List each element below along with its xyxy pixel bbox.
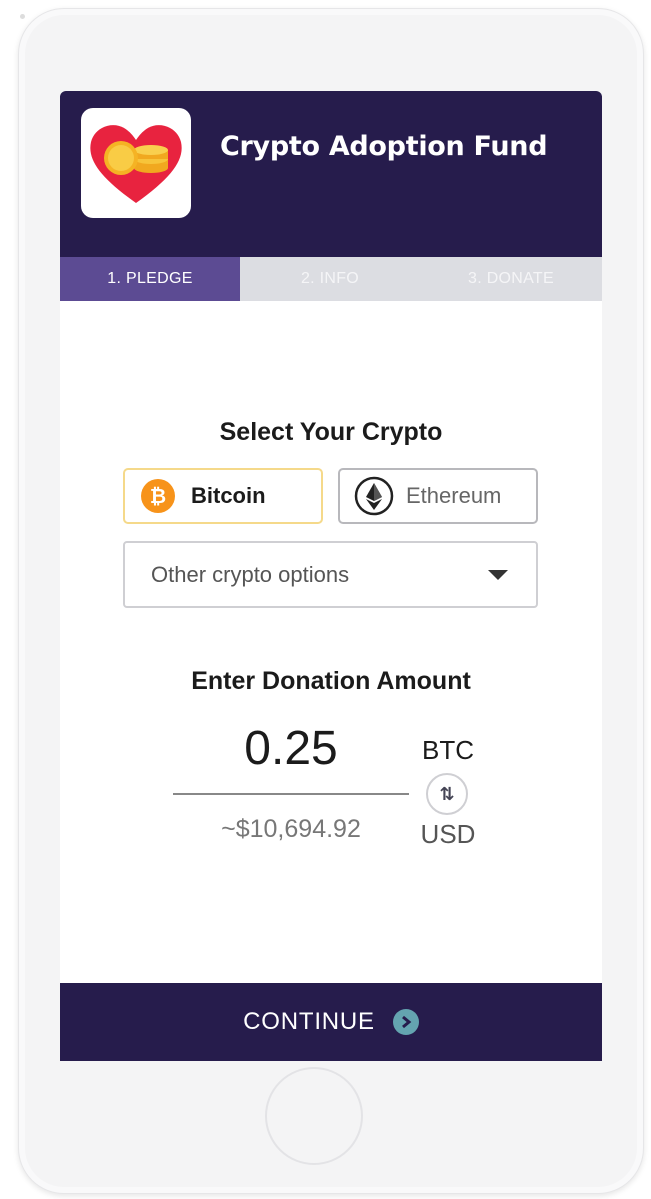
amount-underline: [173, 793, 409, 795]
step-tabs: 1. PLEDGE 2. INFO 3. DONATE: [60, 257, 602, 301]
svg-text:₿: ₿: [150, 484, 166, 508]
bitcoin-button[interactable]: ₿ Bitcoin: [123, 468, 323, 524]
ethereum-label: Ethereum: [406, 483, 502, 508]
secondary-unit-label[interactable]: USD: [418, 819, 478, 850]
chevron-right-circle-icon: [392, 1009, 419, 1035]
donation-amount-heading: Enter Donation Amount: [191, 667, 471, 695]
bitcoin-icon: ₿: [141, 479, 175, 513]
ethereum-button[interactable]: Ethereum: [338, 468, 538, 524]
tab-info[interactable]: 2. INFO: [240, 257, 420, 301]
donation-amount-input[interactable]: 0.25: [173, 721, 409, 776]
fiat-equivalent: ~$10,694.92: [221, 815, 361, 843]
chevron-down-icon: [488, 569, 508, 580]
ethereum-icon: [354, 476, 394, 516]
tab-donate[interactable]: 3. DONATE: [420, 257, 602, 301]
app-logo: [81, 108, 191, 218]
heart-coins-logo-icon: [90, 125, 182, 203]
fund-title: Crypto Adoption Fund: [220, 131, 548, 162]
app-screen: Crypto Adoption Fund 1. PLEDGE 2. INFO 3…: [60, 91, 602, 1061]
select-crypto-heading: Select Your Crypto: [219, 418, 443, 446]
swap-arrows-icon[interactable]: ⇅: [426, 773, 468, 815]
bitcoin-label: Bitcoin: [191, 483, 266, 508]
app-header: Crypto Adoption Fund: [60, 91, 602, 257]
home-button[interactable]: [265, 1067, 363, 1165]
camera-dot: [20, 14, 25, 19]
other-crypto-select[interactable]: Other crypto options: [123, 541, 538, 608]
continue-label: CONTINUE: [243, 1008, 375, 1035]
primary-unit-label: BTC: [422, 735, 474, 765]
continue-button[interactable]: CONTINUE: [60, 983, 602, 1061]
other-crypto-placeholder: Other crypto options: [151, 561, 350, 587]
tab-pledge[interactable]: 1. PLEDGE: [60, 257, 240, 301]
